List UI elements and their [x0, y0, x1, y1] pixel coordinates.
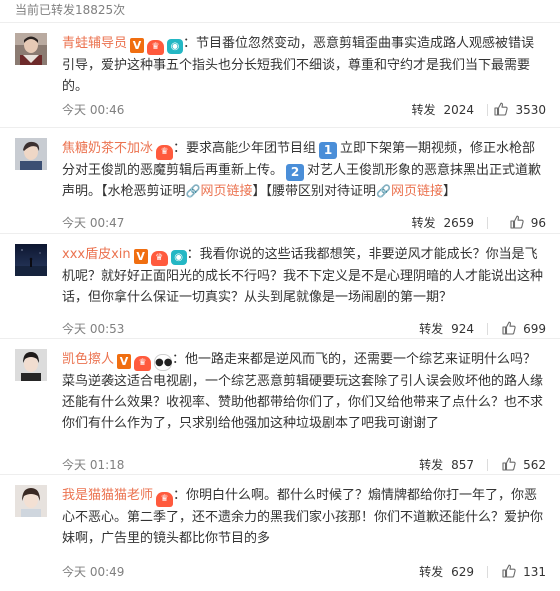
panda-icon[interactable]: ●●: [154, 354, 172, 371]
comment-divider: [0, 474, 560, 475]
thumbs-up-icon: [494, 102, 509, 116]
repost-label: 转发: [419, 565, 444, 579]
comment-divider: [0, 127, 560, 128]
camera-icon[interactable]: ◉: [170, 250, 187, 265]
like-count: 562: [523, 458, 546, 472]
comment-time: 今天 00:53: [62, 322, 125, 336]
comment-time: 今天 00:49: [62, 565, 125, 579]
like-count: 3530: [515, 103, 546, 117]
like-count: 131: [523, 565, 546, 579]
comment-footer: 今天 01:18 转发 857 562: [62, 455, 546, 475]
like-button[interactable]: 562: [501, 455, 546, 475]
comment-time: 今天 00:47: [62, 216, 125, 230]
avatar[interactable]: [15, 33, 47, 65]
web-link[interactable]: 🔗网页链接: [376, 184, 443, 199]
username[interactable]: 凯色擦人: [62, 352, 114, 367]
level-icon[interactable]: ♛: [156, 145, 174, 160]
link-icon: 🔗: [376, 184, 391, 198]
repost-button[interactable]: 转发 629: [419, 562, 474, 582]
thumbs-up-icon: [502, 321, 516, 335]
repost-button[interactable]: 转发 2659: [411, 213, 474, 233]
number-two-icon: 2: [286, 164, 305, 181]
web-link-label: 网页链接: [390, 184, 443, 199]
comment-text: ：要求高能少年团节目组: [173, 141, 317, 156]
comment-time: 今天 00:46: [62, 103, 125, 117]
comment-item: 青蛙辅导员 V ♛ ◉ ：节目番位忽然变动，恶意剪辑歪曲事实造成路人观感被错误引导，爱护…: [0, 33, 560, 128]
username[interactable]: xxx盾皮xin: [62, 247, 131, 262]
thumbs-up-icon: [510, 215, 524, 229]
level-icon[interactable]: ♛: [134, 356, 152, 371]
repost-label: 转发: [411, 216, 436, 230]
thumbs-up-icon: [502, 564, 516, 578]
like-button[interactable]: 3530: [493, 100, 546, 120]
like-button[interactable]: 131: [501, 562, 546, 582]
repost-label: 转发: [411, 103, 436, 117]
level-icon[interactable]: ♛: [156, 492, 174, 507]
repost-button[interactable]: 转发 924: [419, 319, 474, 339]
like-button[interactable]: 699: [501, 319, 546, 339]
divider: [487, 323, 488, 335]
repost-count-header: 当前已转发18825次: [15, 3, 126, 17]
header-divider: [0, 22, 560, 23]
like-button[interactable]: 96: [509, 213, 546, 233]
username[interactable]: 焦糖奶茶不加冰: [62, 141, 153, 156]
verified-v-icon[interactable]: V: [117, 354, 132, 369]
comment-item: 我是猫猫猫老师 ♛ ：你明白什么啊。都什么时候了？煽情牌都给你打一年了，你恶心不恶心…: [15, 485, 546, 589]
divider: [487, 566, 488, 578]
number-one-icon: 1: [319, 142, 338, 159]
level-icon[interactable]: ♛: [150, 251, 168, 266]
repost-count: 857: [451, 458, 474, 472]
repost-label: 转发: [419, 458, 444, 472]
avatar[interactable]: [15, 349, 47, 381]
repost-button[interactable]: 转发 2024: [411, 100, 474, 120]
repost-button[interactable]: 转发 857: [419, 455, 474, 475]
verified-v-icon[interactable]: V: [130, 38, 145, 53]
username[interactable]: 青蛙辅导员: [62, 36, 127, 51]
comment-text: 】: [442, 184, 456, 199]
comment-footer: 今天 00:53 转发 924 699: [62, 319, 546, 339]
link-icon: 🔗: [185, 184, 201, 198]
comment-footer: 今天 00:47 转发 2659 96: [62, 213, 546, 233]
avatar[interactable]: [15, 485, 47, 517]
verified-v-icon[interactable]: V: [133, 249, 148, 264]
repost-label: 转发: [419, 322, 444, 336]
comment-footer: 今天 00:46 转发 2024 3530: [62, 100, 546, 120]
like-count: 96: [530, 216, 546, 230]
comment-time: 今天 01:18: [62, 458, 125, 472]
level-icon[interactable]: ♛: [147, 40, 165, 55]
comment-divider: [0, 338, 560, 339]
repost-count: 2024: [443, 103, 474, 117]
repost-count: 2659: [443, 216, 474, 230]
comment-item: 焦糖奶茶不加冰 ♛ ：要求高能少年团节目组 1 立即下架第一期视频，修正水枪部分对王俊凯…: [0, 138, 560, 234]
camera-icon[interactable]: ◉: [167, 39, 184, 54]
repost-count: 629: [451, 565, 474, 579]
avatar[interactable]: [15, 244, 47, 276]
comment-item: 凯色擦人 V ♛ ●●：他一路走来都是逆风而飞的，还需要一个综艺来证明什么吗？菜鸟逆袭…: [0, 349, 560, 475]
divider: [487, 104, 488, 116]
comment-footer: 今天 00:49 转发 629 131: [62, 562, 546, 582]
comment-divider: [0, 233, 560, 234]
like-count: 699: [523, 322, 546, 336]
username[interactable]: 我是猫猫猫老师: [62, 488, 153, 503]
web-link[interactable]: 🔗网页链接: [186, 184, 253, 199]
divider: [487, 459, 488, 471]
repost-count: 924: [451, 322, 474, 336]
web-link-label: 网页链接: [200, 184, 253, 199]
comment-item: xxx盾皮xin V ♛ ◉ ：我看你说的这些话我都想笑，非要逆风才能成长？你当是飞机呢…: [0, 244, 560, 339]
thumbs-up-icon: [502, 457, 516, 471]
comment-text: 】【腰带区别对待证明: [252, 184, 376, 199]
avatar[interactable]: [15, 138, 47, 170]
divider: [487, 217, 488, 229]
